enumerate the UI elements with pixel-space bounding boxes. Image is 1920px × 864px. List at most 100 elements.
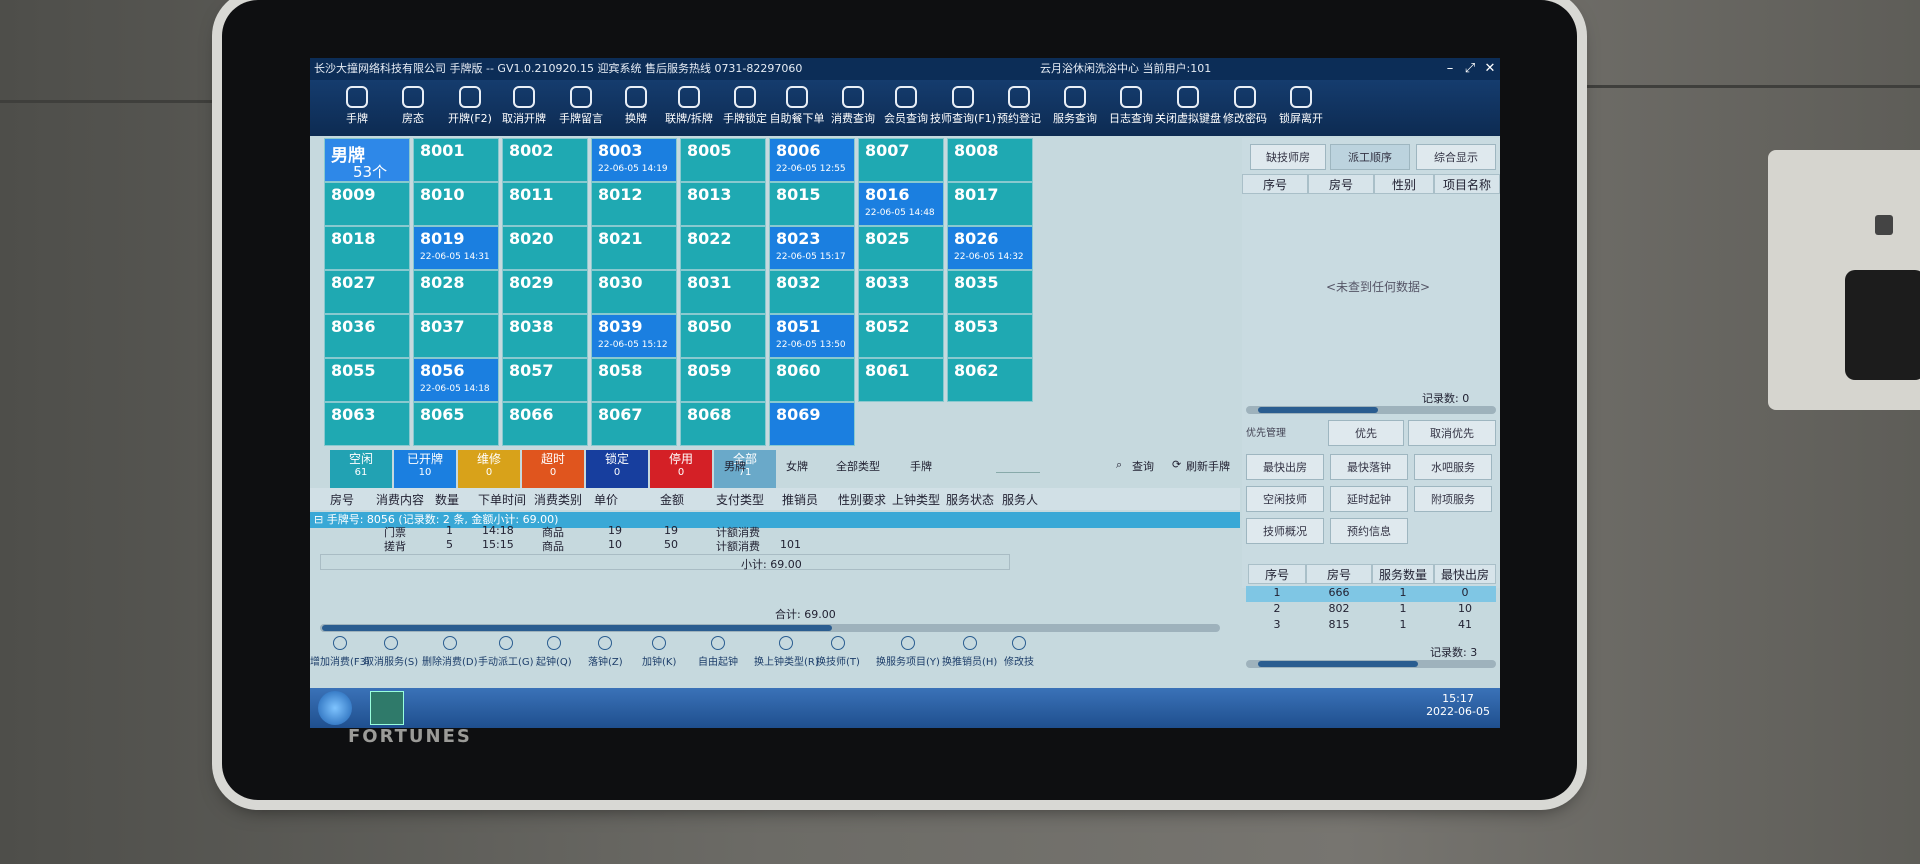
maximize-button[interactable]: ⤢	[1460, 58, 1480, 80]
card-tile[interactable]: 8018	[324, 226, 410, 270]
card-tile[interactable]: 8023 22-06-05 15:17	[769, 226, 855, 270]
card-tile[interactable]: 8026 22-06-05 14:32	[947, 226, 1033, 270]
action-button[interactable]: 自由起钟	[698, 636, 738, 668]
detail-column-header[interactable]: 上钟类型	[892, 491, 940, 508]
col-room[interactable]: 房号	[1308, 174, 1374, 194]
status-tab[interactable]: 已开牌 10	[394, 450, 456, 490]
card-tile[interactable]: 8068	[680, 402, 766, 446]
card-tile[interactable]: 8051 22-06-05 13:50	[769, 314, 855, 358]
card-tile[interactable]: 8029	[502, 270, 588, 314]
filter-type[interactable]: 全部类型	[836, 458, 880, 474]
card-tile[interactable]: 8033	[858, 270, 944, 314]
close-button[interactable]: ✕	[1480, 58, 1500, 80]
queue-column-header[interactable]: 服务数量	[1372, 564, 1434, 584]
card-tile[interactable]: 8065	[413, 402, 499, 446]
action-button[interactable]: 换推销员(H)	[942, 636, 997, 668]
detail-column-header[interactable]: 服务人	[1002, 491, 1038, 508]
male-card-summary[interactable]: 男牌 53个	[324, 138, 410, 182]
service-button[interactable]: 水吧服务	[1414, 454, 1492, 480]
action-button[interactable]: 换服务项目(Y)	[876, 636, 940, 668]
search-icon[interactable]: ⌕	[1116, 458, 1122, 472]
start-button[interactable]	[318, 691, 352, 725]
card-tile[interactable]: 8007	[858, 138, 944, 182]
status-tab[interactable]: 空闲 61	[330, 450, 392, 490]
card-tile[interactable]: 8037	[413, 314, 499, 358]
card-tile[interactable]: 8006 22-06-05 12:55	[769, 138, 855, 182]
status-tab[interactable]: 锁定 0	[586, 450, 648, 490]
card-tile[interactable]: 8016 22-06-05 14:48	[858, 182, 944, 226]
system-clock[interactable]: 15:17 2022-06-05	[1426, 692, 1490, 718]
card-tile[interactable]: 8008	[947, 138, 1033, 182]
card-tile[interactable]: 8030	[591, 270, 677, 314]
card-tile[interactable]: 8002	[502, 138, 588, 182]
action-button[interactable]: 手动派工(G)	[478, 636, 534, 668]
app-taskbar-icon[interactable]	[370, 691, 404, 725]
tab-overview[interactable]: 综合显示	[1416, 144, 1496, 170]
card-tile[interactable]: 8062	[947, 358, 1033, 402]
service-button[interactable]: 附项服务	[1414, 486, 1492, 512]
detail-column-header[interactable]: 金额	[660, 491, 684, 508]
card-tile[interactable]: 8035	[947, 270, 1033, 314]
right-scrollbar[interactable]	[1246, 406, 1496, 414]
detail-scrollbar[interactable]	[320, 624, 1220, 632]
card-tile[interactable]: 8055	[324, 358, 410, 402]
toolbar-button-17[interactable]: 锁屏离开	[1268, 82, 1334, 134]
right-scroll-thumb[interactable]	[1258, 407, 1378, 413]
action-button[interactable]: 增加消费(F3)	[310, 636, 370, 668]
queue-row[interactable]: 3 815 1 41	[1246, 618, 1496, 634]
action-button[interactable]: 删除消费(D)	[422, 636, 478, 668]
card-tile[interactable]: 8015	[769, 182, 855, 226]
detail-column-header[interactable]: 数量	[435, 491, 459, 508]
service-button[interactable]: 延时起钟	[1330, 486, 1408, 512]
detail-column-header[interactable]: 消费类别	[534, 491, 582, 508]
col-seq[interactable]: 序号	[1242, 174, 1308, 194]
card-tile[interactable]: 8009	[324, 182, 410, 226]
card-tile[interactable]: 8063	[324, 402, 410, 446]
card-tile[interactable]: 8010	[413, 182, 499, 226]
card-tile[interactable]: 8066	[502, 402, 588, 446]
detail-column-header[interactable]: 消费内容	[376, 491, 424, 508]
tab-missing-technician[interactable]: 缺技师房	[1250, 144, 1326, 170]
detail-column-header[interactable]: 性别要求	[838, 491, 886, 508]
card-tile[interactable]: 8011	[502, 182, 588, 226]
status-tab[interactable]: 超时 0	[522, 450, 584, 490]
action-button[interactable]: 取消服务(S)	[364, 636, 418, 668]
refresh-cards-button[interactable]: 刷新手牌	[1186, 458, 1230, 474]
card-tile[interactable]: 8036	[324, 314, 410, 358]
card-tile[interactable]: 8067	[591, 402, 677, 446]
priority-button[interactable]: 优先	[1328, 420, 1404, 446]
detail-scroll-thumb[interactable]	[322, 625, 832, 631]
card-tile[interactable]: 8053	[947, 314, 1033, 358]
queue-column-header[interactable]: 最快出房	[1434, 564, 1496, 584]
card-tile[interactable]: 8020	[502, 226, 588, 270]
card-tile[interactable]: 8001	[413, 138, 499, 182]
action-button[interactable]: 修改技	[1004, 636, 1034, 668]
action-button[interactable]: 加钟(K)	[642, 636, 676, 668]
action-button[interactable]: 起钟(Q)	[536, 636, 572, 668]
card-tile[interactable]: 8028	[413, 270, 499, 314]
queue-column-header[interactable]: 房号	[1306, 564, 1372, 584]
status-tab[interactable]: 停用 0	[650, 450, 712, 490]
card-tile[interactable]: 8069	[769, 402, 855, 446]
tab-dispatch-order[interactable]: 派工顺序	[1330, 144, 1410, 170]
filter-female[interactable]: 女牌	[786, 458, 808, 474]
service-button[interactable]: 最快出房	[1246, 454, 1324, 480]
service-button[interactable]: 预约信息	[1330, 518, 1408, 544]
queue-column-header[interactable]: 序号	[1248, 564, 1306, 584]
minimize-button[interactable]: –	[1440, 58, 1460, 80]
card-tile[interactable]: 8025	[858, 226, 944, 270]
col-gender[interactable]: 性别	[1374, 174, 1434, 194]
queue-row[interactable]: 2 802 1 10	[1246, 602, 1496, 618]
action-button[interactable]: 落钟(Z)	[588, 636, 623, 668]
card-tile[interactable]: 8061	[858, 358, 944, 402]
cancel-priority-button[interactable]: 取消优先	[1408, 420, 1496, 446]
detail-row[interactable]: 搓背 5 15:15 商品 10 50 计额消费 101	[310, 538, 1240, 554]
detail-column-header[interactable]: 服务状态	[946, 491, 994, 508]
action-button[interactable]: 换上钟类型(R)	[754, 636, 819, 668]
card-search-input[interactable]	[996, 458, 1040, 473]
service-button[interactable]: 空闲技师	[1246, 486, 1324, 512]
service-button[interactable]: 最快落钟	[1330, 454, 1408, 480]
card-tile[interactable]: 8005	[680, 138, 766, 182]
query-button[interactable]: 查询	[1132, 458, 1154, 474]
filter-male[interactable]: 男牌	[724, 458, 746, 474]
